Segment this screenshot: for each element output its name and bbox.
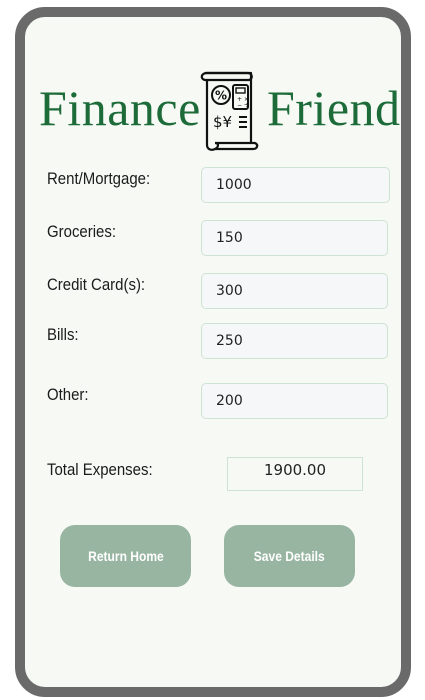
return-home-label: Return Home (87, 548, 164, 564)
svg-text:$¥: $¥ (213, 113, 232, 131)
total-expenses-label: Total Expenses: (47, 460, 153, 479)
app-frame: Finance % + × − ÷ $¥ Friend Rent/Mortgag… (15, 7, 411, 697)
rent-label: Rent/Mortgage: (47, 169, 151, 188)
groceries-input[interactable]: 150 (201, 220, 388, 256)
credit-card-input[interactable]: 300 (201, 273, 388, 309)
save-details-label: Save Details (254, 548, 325, 564)
svg-text:− ÷: − ÷ (237, 102, 249, 109)
other-input[interactable]: 200 (201, 383, 388, 419)
receipt-calculator-icon: % + × − ÷ $¥ (200, 71, 259, 151)
rent-input[interactable]: 1000 (201, 167, 390, 203)
app-title-right: Friend (267, 80, 401, 136)
return-home-button[interactable]: Return Home (60, 525, 191, 587)
app-title-left: Finance (39, 80, 201, 136)
bills-input[interactable]: 250 (201, 323, 388, 359)
total-expenses-value: 1900.00 (227, 457, 363, 491)
groceries-label: Groceries: (47, 222, 117, 241)
other-label: Other: (47, 385, 89, 404)
app-header: Finance % + × − ÷ $¥ Friend (25, 60, 401, 160)
bills-label: Bills: (47, 325, 79, 344)
svg-text:%: % (215, 89, 227, 103)
credit-card-label: Credit Card(s): (47, 275, 146, 294)
save-details-button[interactable]: Save Details (224, 525, 355, 587)
